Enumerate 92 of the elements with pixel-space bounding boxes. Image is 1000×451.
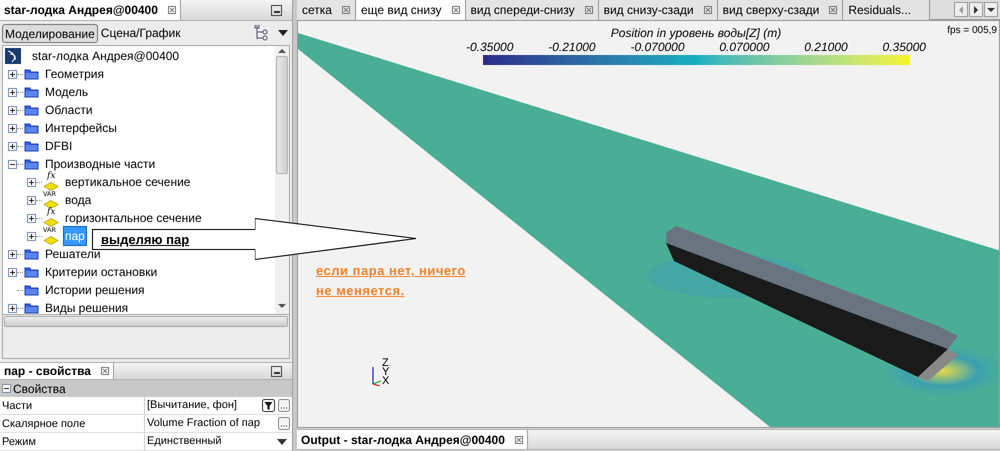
tree-item[interactable]: вода	[64, 191, 92, 209]
expand-icon[interactable]	[8, 304, 17, 312]
section-header: Свойства	[13, 380, 66, 398]
axis-label: X	[382, 377, 390, 386]
expand-icon[interactable]	[8, 268, 17, 276]
expand-icon[interactable]	[8, 70, 17, 78]
diamond-icon	[43, 182, 59, 191]
tree-item[interactable]: Геометрия	[44, 65, 105, 83]
tree-item[interactable]: Модель	[44, 83, 90, 101]
collapse-icon[interactable]	[8, 160, 17, 168]
view-tab[interactable]: еще вид снизу	[356, 0, 466, 20]
folder-icon	[24, 140, 39, 152]
close-icon[interactable]	[584, 6, 593, 14]
expand-icon[interactable]	[27, 214, 36, 222]
expand-icon[interactable]	[8, 88, 17, 96]
folder-icon	[24, 68, 39, 80]
legend-tick-label: -0.21000	[548, 40, 596, 54]
axis-label: Y	[382, 368, 390, 377]
tree-item[interactable]: Виды решения	[44, 299, 130, 317]
view-tab[interactable]: сетка	[297, 0, 356, 20]
icon-label: fx	[47, 208, 56, 216]
mode-tab[interactable]: Сцена/График	[100, 24, 182, 42]
close-icon[interactable]	[342, 6, 350, 14]
property-label: Части	[0, 397, 145, 414]
folder-icon	[24, 266, 39, 278]
minimize-icon[interactable]	[271, 5, 282, 16]
expand-icon[interactable]	[27, 232, 36, 240]
close-icon[interactable]	[514, 436, 523, 444]
tree-item[interactable]: Критерии остановки	[44, 263, 158, 281]
panel-tab[interactable]: star-лодка Андрея@00400	[0, 0, 181, 20]
close-icon[interactable]	[829, 6, 838, 14]
view-tab[interactable]: вид сверху-сзади	[718, 0, 844, 20]
diamond-icon	[43, 236, 59, 245]
legend-tick-label: 0.21000	[804, 40, 848, 54]
expand-icon[interactable]	[27, 196, 36, 204]
tab-list-button[interactable]	[984, 2, 998, 17]
diamond-icon	[43, 200, 59, 209]
folder-icon	[24, 284, 39, 296]
property-value[interactable]: Единственный	[147, 433, 273, 450]
axis-label: Z	[382, 359, 390, 368]
tree-item[interactable]: Области	[44, 101, 94, 119]
ellipsis-button[interactable]	[278, 417, 290, 430]
axis-triad-icon	[372, 364, 384, 386]
expand-icon[interactable]	[27, 178, 36, 186]
expand-icon[interactable]	[8, 124, 17, 132]
tree-item[interactable]: горизонтальное сечение	[64, 209, 203, 227]
close-icon[interactable]	[168, 6, 176, 14]
dropdown-arrow-icon[interactable]	[276, 438, 288, 446]
legend-tick-label: 0.35000	[882, 40, 926, 54]
legend-tick-label: -0.35000	[466, 40, 514, 54]
folder-icon	[24, 158, 39, 170]
close-icon[interactable]	[452, 6, 460, 14]
expand-icon[interactable]	[8, 106, 17, 114]
horizontal-scrollbar[interactable]	[4, 316, 288, 327]
scroll-right-button[interactable]	[969, 2, 983, 17]
annotation-text: если пара нет, ничего не меняется.	[316, 262, 467, 300]
expand-icon[interactable]	[8, 142, 17, 150]
callout-tooltip: выделяю пар	[92, 229, 256, 250]
tree-item[interactable]: star-лодка Андрея@00400	[31, 47, 180, 65]
collapse-icon[interactable]	[2, 384, 11, 393]
folder-icon	[24, 122, 39, 134]
tree-item[interactable]: DFBI	[44, 137, 74, 155]
property-value[interactable]: [Вычитание, фон]	[147, 397, 259, 414]
legend-tick-label: -0.070000	[630, 40, 685, 54]
minimize-icon[interactable]	[271, 366, 282, 377]
view-tab[interactable]: вид снизу-сзади	[598, 0, 718, 20]
close-icon[interactable]	[100, 367, 109, 375]
panel-tab[interactable]: пар - свойства	[0, 363, 114, 379]
legend-title: Position in уровень воды[Z] (m)	[610, 26, 782, 40]
view-tab[interactable]: вид спереди-снизу	[466, 0, 599, 20]
panel-tab[interactable]: Output - star-лодка Андрея@00400	[297, 430, 528, 449]
close-icon[interactable]	[704, 6, 712, 14]
simulation-icon	[5, 48, 21, 64]
folder-icon	[24, 248, 39, 260]
folder-icon	[24, 86, 39, 98]
property-label: Режим	[0, 433, 145, 450]
property-label: Скалярное поле	[0, 415, 145, 432]
folder-icon	[24, 302, 39, 314]
tree-view-icon[interactable]	[254, 25, 268, 41]
icon-label: fx	[47, 172, 56, 180]
fps-counter: fps = 005,9	[947, 24, 997, 38]
property-value[interactable]: Volume Fraction of пар	[147, 415, 275, 432]
mode-tab[interactable]: Моделирование	[2, 24, 98, 42]
folder-icon	[24, 104, 39, 116]
diamond-icon	[43, 218, 59, 227]
tree-item[interactable]: Истории решения	[44, 281, 146, 299]
tree-item[interactable]: Интерфейсы	[44, 119, 118, 137]
expand-icon[interactable]	[8, 250, 17, 258]
tree-item[interactable]: вертикальное сечение	[64, 173, 192, 191]
legend-tick-label: 0.070000	[719, 40, 770, 54]
view-tab[interactable]: Residuals...	[843, 0, 930, 20]
filter-icon[interactable]	[262, 399, 275, 412]
